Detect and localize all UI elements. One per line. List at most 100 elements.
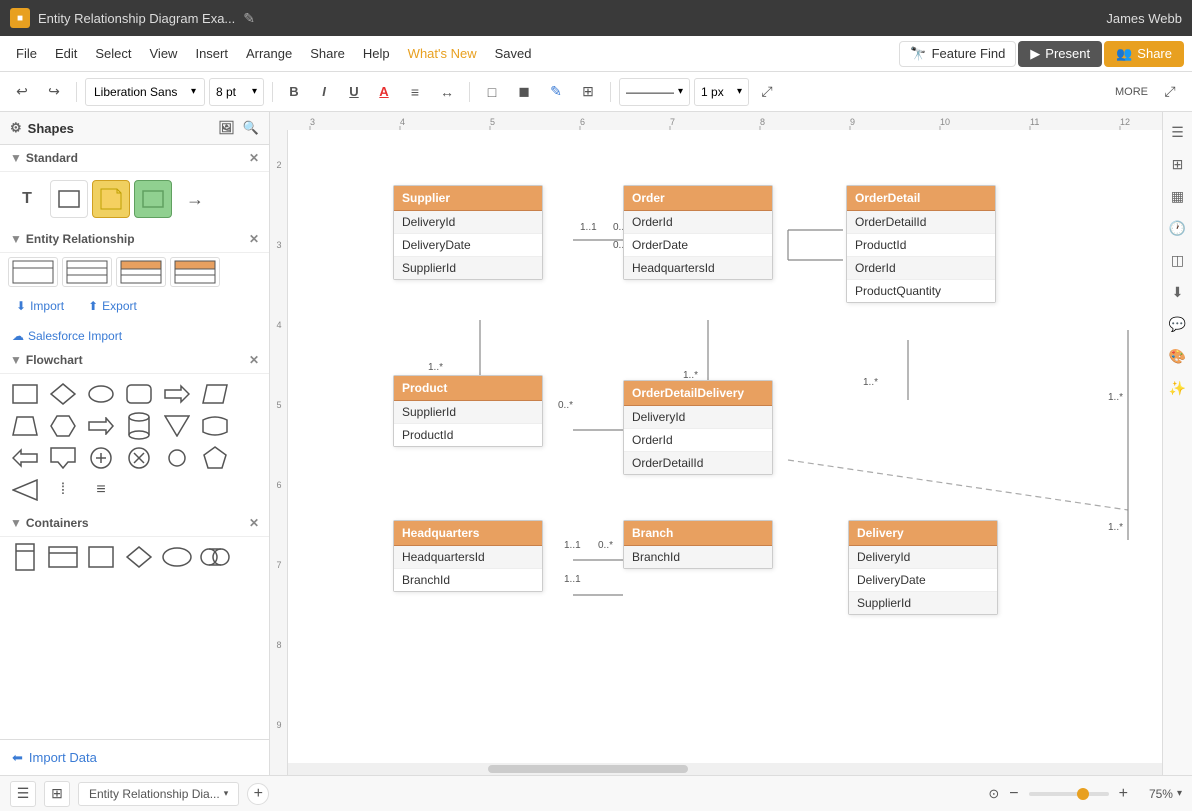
text-dir-button[interactable]: ↔: [433, 78, 461, 106]
fc-rounded-rect[interactable]: [122, 380, 156, 408]
table-order-detail[interactable]: OrderDetail OrderDetailId ProductId Orde…: [846, 185, 996, 303]
salesforce-button[interactable]: ☁ Salesforce Import: [0, 325, 269, 347]
italic-button[interactable]: I: [311, 79, 337, 105]
diagram-canvas[interactable]: 1..1 0..1 0..1 1..* 0..* 1..* 1..* 1..* …: [288, 130, 1162, 775]
feature-find-button[interactable]: 🔭 Feature Find: [899, 41, 1016, 67]
import-button[interactable]: ⬇ Import: [8, 295, 72, 317]
clock-icon[interactable]: 🕐: [1166, 216, 1190, 240]
section-containers[interactable]: ▼ Containers ✕: [0, 510, 269, 537]
font-size-selector[interactable]: 8 pt ▾: [209, 78, 264, 106]
table-delivery[interactable]: Delivery DeliveryId DeliveryDate Supplie…: [848, 520, 998, 615]
rect-shape[interactable]: [50, 180, 88, 218]
present-button[interactable]: ▶ Present: [1018, 41, 1102, 67]
table-product[interactable]: Product SupplierId ProductId: [393, 375, 543, 447]
table-odd[interactable]: OrderDetailDelivery DeliveryId OrderId O…: [623, 380, 773, 475]
menu-insert[interactable]: Insert: [187, 42, 236, 65]
palette-icon[interactable]: 🎨: [1166, 344, 1190, 368]
close-containers-icon[interactable]: ✕: [249, 516, 259, 530]
menu-whats-new[interactable]: What's New: [400, 42, 485, 65]
fc-small-circle[interactable]: [160, 444, 194, 472]
fc-arrow-right[interactable]: [160, 380, 194, 408]
canvas-scrollbar-horizontal[interactable]: [288, 763, 1162, 775]
fc-arrow-right-2[interactable]: [84, 412, 118, 440]
zoom-in-button[interactable]: +: [1113, 783, 1134, 805]
menu-select[interactable]: Select: [87, 42, 139, 65]
fill-button[interactable]: □: [478, 78, 506, 106]
container-narrow[interactable]: [8, 543, 42, 571]
list-view-button[interactable]: ☰: [10, 781, 36, 807]
section-flowchart[interactable]: ▼ Flowchart ✕: [0, 347, 269, 374]
format-icon[interactable]: ▦: [1166, 184, 1190, 208]
underline-button[interactable]: U: [341, 79, 367, 105]
zoom-dropdown-icon[interactable]: ▾: [1177, 788, 1182, 799]
import-data-bar[interactable]: ⬅ Import Data: [0, 739, 269, 775]
fc-bottom-notch[interactable]: [46, 444, 80, 472]
fc-arrow-left[interactable]: [8, 444, 42, 472]
fc-circle-x[interactable]: [122, 444, 156, 472]
fc-lines-2[interactable]: ≡: [84, 476, 118, 504]
page-tab[interactable]: Entity Relationship Dia... ▾: [78, 782, 239, 806]
fc-triangle-left[interactable]: [8, 476, 42, 504]
menu-view[interactable]: View: [142, 42, 186, 65]
fullscreen-button[interactable]: ⤢: [1156, 78, 1184, 106]
close-section-icon[interactable]: ✕: [249, 151, 259, 165]
table-headquarters[interactable]: Headquarters HeadquartersId BranchId: [393, 520, 543, 592]
line-color-button[interactable]: ✎: [542, 78, 570, 106]
menu-share[interactable]: Share: [302, 42, 353, 65]
menu-file[interactable]: File: [8, 42, 45, 65]
align-button[interactable]: ≡: [401, 78, 429, 106]
bold-button[interactable]: B: [281, 79, 307, 105]
container-stadium[interactable]: [198, 543, 232, 571]
menu-help[interactable]: Help: [355, 42, 398, 65]
image-icon[interactable]: 🖼: [218, 120, 235, 136]
line-style-selector[interactable]: ———— ▾: [619, 78, 690, 106]
arrow-shape[interactable]: →: [176, 180, 214, 218]
container-rect[interactable]: [84, 543, 118, 571]
fc-trapezoid[interactable]: [8, 412, 42, 440]
scrollbar-thumb[interactable]: [488, 765, 688, 773]
waypoints-button[interactable]: ⤢: [753, 78, 781, 106]
note-shape[interactable]: [92, 180, 130, 218]
colored-rect-shape[interactable]: [134, 180, 172, 218]
fc-oval[interactable]: [84, 380, 118, 408]
container-oval[interactable]: [160, 543, 194, 571]
fc-parallelogram[interactable]: [198, 380, 232, 408]
wand-icon[interactable]: ✨: [1166, 376, 1190, 400]
fit-page-icon[interactable]: ⊙: [988, 786, 999, 802]
table-order[interactable]: Order OrderId OrderDate HeadquartersId: [623, 185, 773, 280]
text-shape[interactable]: T: [8, 180, 46, 218]
redo-button[interactable]: ↪: [40, 78, 68, 106]
export-button[interactable]: ⬆ Export: [80, 295, 145, 317]
menu-saved[interactable]: Saved: [487, 42, 540, 65]
chat-icon[interactable]: 💬: [1166, 312, 1190, 336]
more-button[interactable]: MORE: [1109, 78, 1154, 106]
fc-diamond[interactable]: [46, 380, 80, 408]
fc-rect[interactable]: [8, 380, 42, 408]
search-icon[interactable]: 🔍: [243, 120, 259, 136]
fc-hexagon[interactable]: [46, 412, 80, 440]
font-color-button[interactable]: A: [371, 79, 397, 105]
close-er-icon[interactable]: ✕: [249, 232, 259, 246]
menu-edit[interactable]: Edit: [47, 42, 85, 65]
container-wide[interactable]: [46, 543, 80, 571]
edit-title-icon[interactable]: ✎: [243, 10, 255, 27]
canvas-area[interactable]: 345678910111213 23456789: [270, 112, 1162, 775]
share-button[interactable]: 👥 Share: [1104, 41, 1184, 67]
section-er[interactable]: ▼ Entity Relationship ✕: [0, 226, 269, 253]
section-standard[interactable]: ▼ Standard ✕: [0, 145, 269, 172]
add-page-button[interactable]: +: [247, 783, 269, 805]
grid-icon[interactable]: ⊞: [1166, 152, 1190, 176]
layers-icon[interactable]: ◫: [1166, 248, 1190, 272]
fc-cylinder[interactable]: [122, 412, 156, 440]
container-diamond[interactable]: [122, 543, 156, 571]
er-shape-3[interactable]: [116, 257, 166, 287]
grid-view-button[interactable]: ⊞: [44, 781, 70, 807]
table-supplier[interactable]: Supplier DeliveryId DeliveryDate Supplie…: [393, 185, 543, 280]
fc-pentagon[interactable]: [198, 444, 232, 472]
table-branch[interactable]: Branch BranchId: [623, 520, 773, 569]
undo-button[interactable]: ↩: [8, 78, 36, 106]
menu-arrange[interactable]: Arrange: [238, 42, 300, 65]
gear-icon[interactable]: ⚙: [10, 120, 22, 136]
close-fc-icon[interactable]: ✕: [249, 353, 259, 367]
fc-circle-plus[interactable]: [84, 444, 118, 472]
